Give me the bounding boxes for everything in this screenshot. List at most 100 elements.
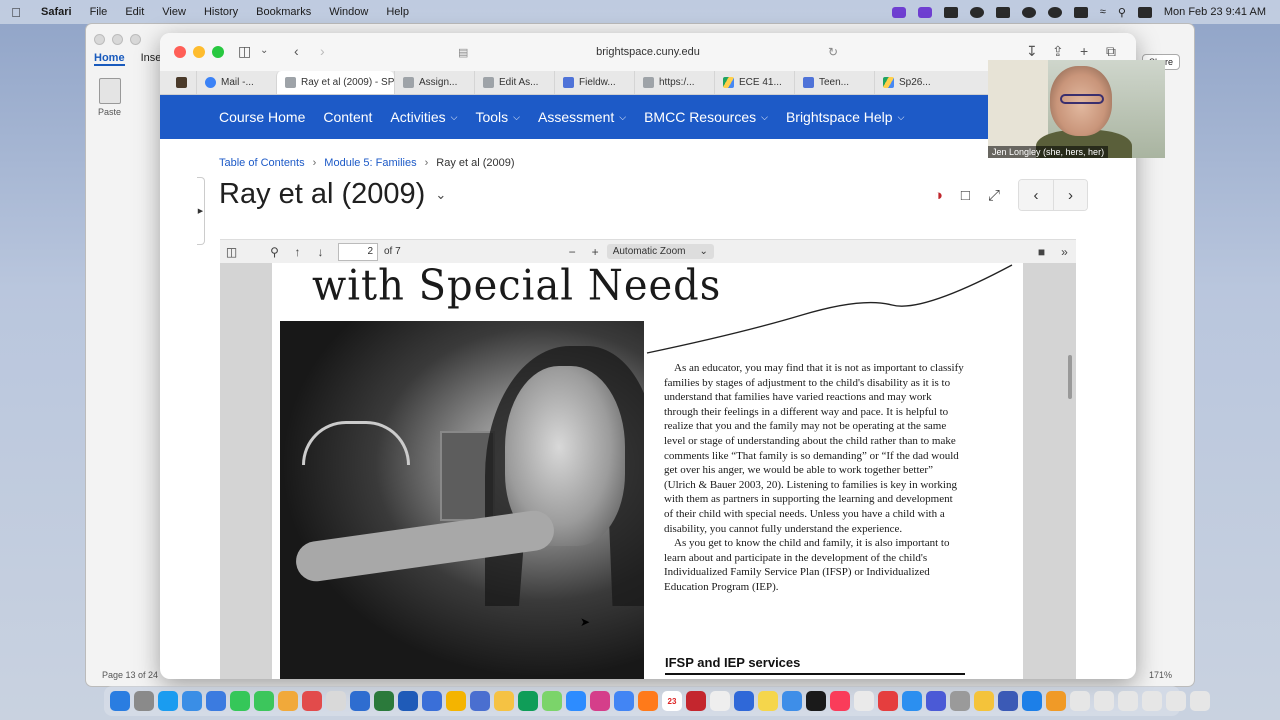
meet-icon[interactable] [542, 691, 562, 711]
outlook-icon[interactable] [398, 691, 418, 711]
screen-share-icon[interactable] [891, 6, 906, 18]
zoom-tray-icon[interactable] [917, 6, 932, 18]
battery-icon[interactable] [1073, 6, 1088, 18]
sheets-icon[interactable] [518, 691, 538, 711]
firefox-icon[interactable] [638, 691, 658, 711]
mail-app-icon[interactable] [206, 691, 226, 711]
camera-icon[interactable] [1021, 6, 1036, 18]
progress-gauge-icon[interactable]: ◑ [934, 187, 943, 204]
new-tab-icon[interactable]: + [1080, 42, 1088, 60]
spotlight-search-icon[interactable]: ⚲ [1118, 6, 1126, 19]
tab-sp26[interactable]: Sp26... [874, 71, 954, 94]
keynote-icon[interactable] [734, 691, 754, 711]
launchpad-icon[interactable] [134, 691, 154, 711]
appletv-icon[interactable] [806, 691, 826, 711]
mail-icon[interactable] [182, 691, 202, 711]
document-thumbnail-icon[interactable] [1070, 691, 1090, 711]
reminders-icon[interactable] [302, 691, 322, 711]
messages-icon[interactable] [230, 691, 250, 711]
menu-help[interactable]: Help [377, 6, 418, 18]
page-menu-icon[interactable]: ▤ [458, 46, 468, 59]
teams-icon[interactable] [926, 691, 946, 711]
tab-overview-icon[interactable]: ⧉ [1106, 42, 1116, 60]
tab-https[interactable]: https:/... [634, 71, 714, 94]
photos-icon[interactable] [278, 691, 298, 711]
pdf-search-icon[interactable]: ⚲ [263, 245, 286, 259]
app-store-icon[interactable] [902, 691, 922, 711]
nav-assessment[interactable]: Assessment ⌵ [538, 109, 626, 125]
nav-tools[interactable]: Tools ⌵ [475, 109, 520, 125]
quicktime-icon[interactable] [1022, 691, 1042, 711]
zoom-app-icon[interactable] [782, 691, 802, 711]
instagram-icon[interactable] [590, 691, 610, 711]
share-icon[interactable]: ⇪ [1052, 42, 1064, 60]
pdf-viewer[interactable]: with Special Needs As an educator, you m… [220, 263, 1076, 679]
preview-icon[interactable] [710, 691, 730, 711]
sync-icon[interactable] [969, 6, 984, 18]
menu-window[interactable]: Window [320, 6, 377, 18]
menu-view[interactable]: View [153, 6, 195, 18]
zoom-window-button[interactable] [212, 46, 224, 58]
control-center-icon[interactable] [1137, 6, 1152, 18]
sidebar-toggle-icon[interactable]: ◫ [238, 42, 251, 60]
system-settings-icon[interactable] [950, 691, 970, 711]
toc-panel-toggle[interactable]: ▶ [197, 177, 205, 245]
music-icon[interactable] [830, 691, 850, 711]
paste-button[interactable]: Paste [98, 78, 121, 117]
tab-assign[interactable]: Assign... [394, 71, 474, 94]
chrome-icon[interactable] [614, 691, 634, 711]
pdf-sidebar-toggle-icon[interactable]: ◫ [220, 245, 243, 259]
tab-teen[interactable]: Teen... [794, 71, 874, 94]
pdf-zoom-out-icon[interactable]: − [561, 245, 584, 259]
document-thumbnail-icon[interactable] [1166, 691, 1186, 711]
word-zoom-level[interactable]: 171% [1149, 670, 1172, 680]
news-icon[interactable] [854, 691, 874, 711]
pdf-next-page-icon[interactable]: ↓ [309, 245, 332, 259]
bookmark-icon[interactable]: □ [961, 187, 970, 204]
finder-icon[interactable] [110, 691, 130, 711]
pdf-page-input[interactable]: 2 [338, 242, 378, 261]
cloud-icon[interactable] [995, 6, 1010, 18]
zoom-icon[interactable] [566, 691, 586, 711]
notes-icon[interactable] [758, 691, 778, 711]
calendar-icon[interactable]: 23 [662, 691, 682, 711]
nav-content[interactable]: Content [323, 109, 372, 125]
video-participant-tile[interactable]: Jen Longley (she, hers, her) [988, 60, 1165, 158]
menu-edit[interactable]: Edit [116, 6, 153, 18]
tab-ece[interactable]: ECE 41... [714, 71, 794, 94]
play-icon[interactable] [1047, 6, 1062, 18]
pdf-tools-menu-icon[interactable]: » [1053, 245, 1076, 259]
document-thumbnail-icon[interactable] [1190, 691, 1210, 711]
wifi-icon[interactable]: ≈ [1100, 6, 1106, 18]
forward-icon[interactable]: › [320, 42, 325, 60]
tab-mail[interactable]: Mail -... [196, 71, 276, 94]
sidebar-menu-chevron-icon[interactable]: ⌄ [260, 42, 268, 60]
pdf-zoom-select[interactable]: Automatic Zoom ⌄ [606, 244, 714, 259]
pages-icon[interactable] [974, 691, 994, 711]
safari-icon[interactable] [158, 691, 178, 711]
pdf-zoom-in-icon[interactable]: + [584, 245, 607, 259]
previous-topic-button[interactable]: ‹ [1019, 180, 1053, 210]
fullscreen-icon[interactable]: ⤢ [988, 187, 1000, 204]
reload-icon[interactable]: ↻ [828, 45, 838, 59]
minimize-window-button[interactable] [193, 46, 205, 58]
document-thumbnail-icon[interactable] [1142, 691, 1162, 711]
google-drive-icon[interactable] [446, 691, 466, 711]
folder-icon[interactable] [1046, 691, 1066, 711]
nav-brightspace-help[interactable]: Brightspace Help ⌵ [786, 109, 904, 125]
screen-recorder-icon[interactable] [998, 691, 1018, 711]
acrobat-icon[interactable] [686, 691, 706, 711]
pdf-scrollbar[interactable] [1068, 355, 1072, 399]
tab-fieldw[interactable]: Fieldw... [554, 71, 634, 94]
word-icon[interactable] [422, 691, 442, 711]
close-window-button[interactable] [174, 46, 186, 58]
tab-edit-as[interactable]: Edit As... [474, 71, 554, 94]
document-thumbnail-icon[interactable] [1094, 691, 1114, 711]
title-options-chevron-icon[interactable]: ⌄ [435, 187, 446, 203]
breadcrumb-module[interactable]: Module 5: Families [324, 157, 416, 169]
nav-course-home[interactable]: Course Home [219, 109, 305, 125]
image-capture-icon[interactable] [943, 6, 958, 18]
nav-bmcc-resources[interactable]: BMCC Resources ⌵ [644, 109, 768, 125]
breadcrumb-toc[interactable]: Table of Contents [219, 157, 305, 169]
tab-ray-et-al[interactable]: Ray et al (2009) - SP... [276, 71, 394, 94]
